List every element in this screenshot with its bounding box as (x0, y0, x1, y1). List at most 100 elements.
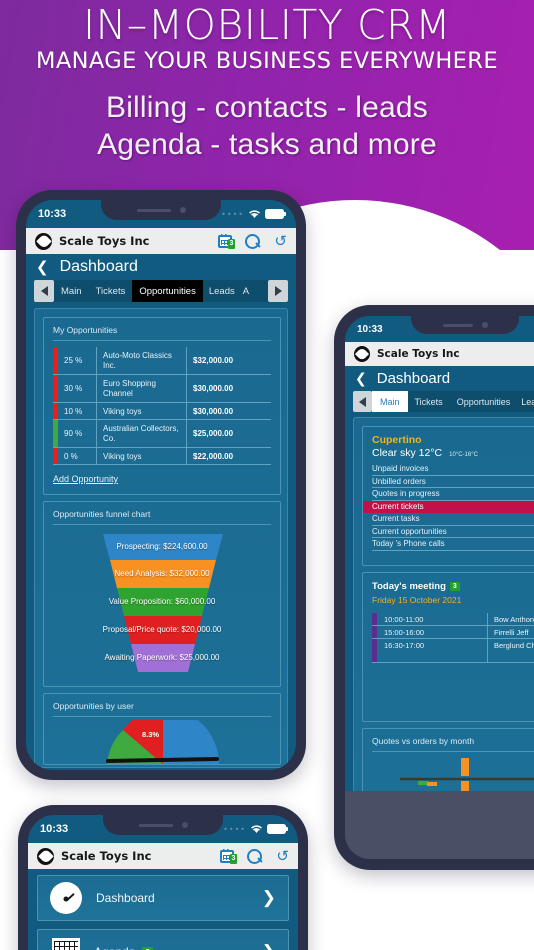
table-row[interactable]: 0 % Viking toys $22,000.00 (53, 448, 271, 465)
banner-title: IN–MOBILITY CRM (83, 1, 451, 49)
row-percent: 30 % (64, 384, 83, 393)
row-amount: $30,000.00 (186, 403, 271, 419)
counter-quotes-in-progress[interactable]: Quotes in progress (372, 488, 534, 501)
triangle-left-icon (359, 396, 366, 407)
phone1-status-icons: •••• (221, 209, 286, 219)
tab-tickets[interactable]: Tickets (408, 391, 450, 412)
tab-tickets[interactable]: Tickets (89, 280, 133, 302)
page-title: Dashboard (376, 370, 451, 387)
counter-current-opportunities[interactable]: Current opportunities (372, 526, 534, 538)
counter-unpaid-invoices[interactable]: Unpaid invoices (372, 463, 534, 476)
front-camera (181, 822, 188, 828)
phone2-screen: 10:33 Scale Toys Inc 3 ❮ Dashboard (345, 316, 534, 859)
poster-canvas: IN–MOBILITY CRM MANAGE YOUR BUSINESS EVE… (0, 0, 534, 950)
meeting-attendee: Berglund Christina (487, 639, 534, 662)
phone2-title-row: ❮ Dashboard (345, 366, 534, 391)
meeting-title-text: Today's meeting (372, 581, 446, 592)
counter-todays-phone-calls[interactable]: Today 's Phone calls (372, 538, 534, 551)
back-chevron-icon[interactable]: ❮ (355, 371, 367, 387)
menu-item-agenda[interactable]: Agenda 3 ❯ (37, 929, 289, 950)
tab-opportunities[interactable]: Opportunities (132, 280, 203, 302)
counter-current-tickets[interactable]: Current tickets (363, 500, 534, 513)
meeting-date: Friday 15 October 2021 (372, 595, 462, 605)
tab-scroll-next[interactable] (268, 280, 288, 302)
phone3-menu-list: Dashboard ❯ Agenda 3 ❯ (37, 875, 289, 950)
battery-icon (265, 209, 286, 219)
phone1-status-time: 10:33 (38, 208, 67, 220)
row-percent: 90 % (64, 429, 83, 438)
row-percent: 25 % (64, 356, 83, 365)
phone3-notch (103, 815, 223, 835)
back-chevron-icon[interactable]: ❮ (36, 258, 49, 276)
meeting-row[interactable]: 16:30-17:00 Berglund Christina (372, 639, 534, 663)
table-row[interactable]: 10 % Viking toys $30,000.00 (53, 403, 271, 420)
app-logo-icon (35, 232, 52, 250)
funnel-label-prospecting: Prospecting: $224,600.00 (116, 542, 208, 551)
speaker-slit (136, 208, 171, 212)
row-percent: 0 % (64, 451, 78, 461)
meeting-row[interactable]: 15:00-16:00 Firrelli Jeff (372, 626, 534, 639)
battery-icon (267, 824, 288, 834)
speaker-slit (138, 823, 173, 827)
banner-tagline-line1: Billing - contacts - leads (105, 91, 428, 125)
app-logo-icon (354, 346, 370, 362)
phone1-notch (101, 200, 221, 220)
calendar-icon[interactable]: 3 (220, 848, 238, 864)
tab-main[interactable]: Main (54, 280, 89, 302)
history-icon[interactable]: ↺ (274, 233, 287, 249)
table-row[interactable]: 90 % Australian Collectors, Co. $25,000.… (53, 420, 271, 448)
signal-dots-icon: •••• (223, 824, 246, 834)
counter-unbilled-orders[interactable]: Unbilled orders (372, 476, 534, 488)
counter-current-tasks[interactable]: Current tasks (372, 513, 534, 526)
dashboard-gauge-icon (50, 882, 82, 914)
banner-text-block: IN–MOBILITY CRM MANAGE YOUR BUSINESS EVE… (0, 0, 534, 163)
opportunities-by-user-card: Opportunities by user 8.3% (43, 693, 281, 765)
weather-condition-row: Clear sky 12°C 10°C-16°C (372, 447, 534, 459)
search-icon[interactable] (245, 233, 261, 249)
phone1-app-bar: Scale Toys Inc 3 ↺ (26, 228, 296, 254)
phone1-screen: 10:33 •••• Scale Toys Inc 3 ↺ ❮ Dashboar… (26, 200, 296, 770)
weather-city: Cupertino (372, 434, 422, 446)
front-camera (179, 207, 186, 213)
tab-leads[interactable]: Leads (203, 280, 241, 302)
card-divider (372, 751, 534, 752)
add-opportunity-link[interactable]: Add Opportunity (53, 474, 118, 484)
card-divider (53, 716, 271, 717)
meeting-header: Today's meeting 3 Friday 15 October 2021 (363, 573, 534, 605)
tab-main[interactable]: Main (372, 391, 408, 412)
phone2-app-name: Scale Toys Inc (377, 348, 460, 360)
phone3-status-time: 10:33 (40, 823, 69, 835)
weather-counters-card: Cupertino Clear sky 12°C 10°C-16°C Unpai… (362, 426, 534, 566)
search-icon[interactable] (247, 848, 263, 864)
row-amount: $25,000.00 (186, 420, 271, 447)
phone2-content-panel: Cupertino Clear sky 12°C 10°C-16°C Unpai… (353, 417, 534, 837)
funnel-label-awaiting-paperwork: Awaiting Paperwork: $25,000.00 (104, 653, 220, 662)
tab-next-clipped[interactable]: A (241, 280, 251, 302)
meeting-row[interactable]: 10:00-11:00 Bow Anthony (372, 613, 534, 626)
row-amount: $32,000.00 (186, 347, 271, 374)
table-row[interactable]: 25 % Auto-Moto Classics Inc. $32,000.00 (53, 347, 271, 375)
todays-meeting-card: Today's meeting 3 Friday 15 October 2021… (362, 572, 534, 722)
tab-scroll-prev[interactable] (353, 391, 372, 412)
phone2-app-bar: Scale Toys Inc 3 (345, 342, 534, 366)
menu-item-label: Dashboard (96, 891, 155, 905)
quotes-vs-orders-title: Quotes vs orders by month (372, 736, 475, 746)
tab-leads[interactable]: Leads (517, 391, 534, 412)
tab-opportunities[interactable]: Opportunities (450, 391, 518, 412)
banner-tagline-line2: Agenda - tasks and more (97, 127, 437, 161)
phone3-status-icons: •••• (223, 824, 288, 834)
phone1-title-row: ❮ Dashboard (26, 254, 296, 280)
phone1-tab-strip: Main Tickets Opportunities Leads A (34, 280, 288, 302)
menu-item-dashboard[interactable]: Dashboard ❯ (37, 875, 289, 921)
table-row[interactable]: 30 % Euro Shopping Channel $30,000.00 (53, 375, 271, 403)
history-icon[interactable]: ↺ (276, 848, 289, 864)
tab-scroll-prev[interactable] (34, 280, 54, 302)
todays-meeting-title: Today's meeting 3 (372, 581, 534, 592)
phone3-app-name: Scale Toys Inc (61, 849, 152, 863)
triangle-right-icon (274, 286, 282, 296)
row-account: Viking toys (96, 448, 186, 464)
calendar-icon[interactable]: 3 (218, 233, 236, 249)
weather-condition: Clear sky 12°C (372, 447, 443, 459)
calendar-badge: 3 (227, 238, 236, 249)
phone3-screen: 10:33 •••• Scale Toys Inc 3 ↺ Dashboard … (28, 815, 298, 950)
